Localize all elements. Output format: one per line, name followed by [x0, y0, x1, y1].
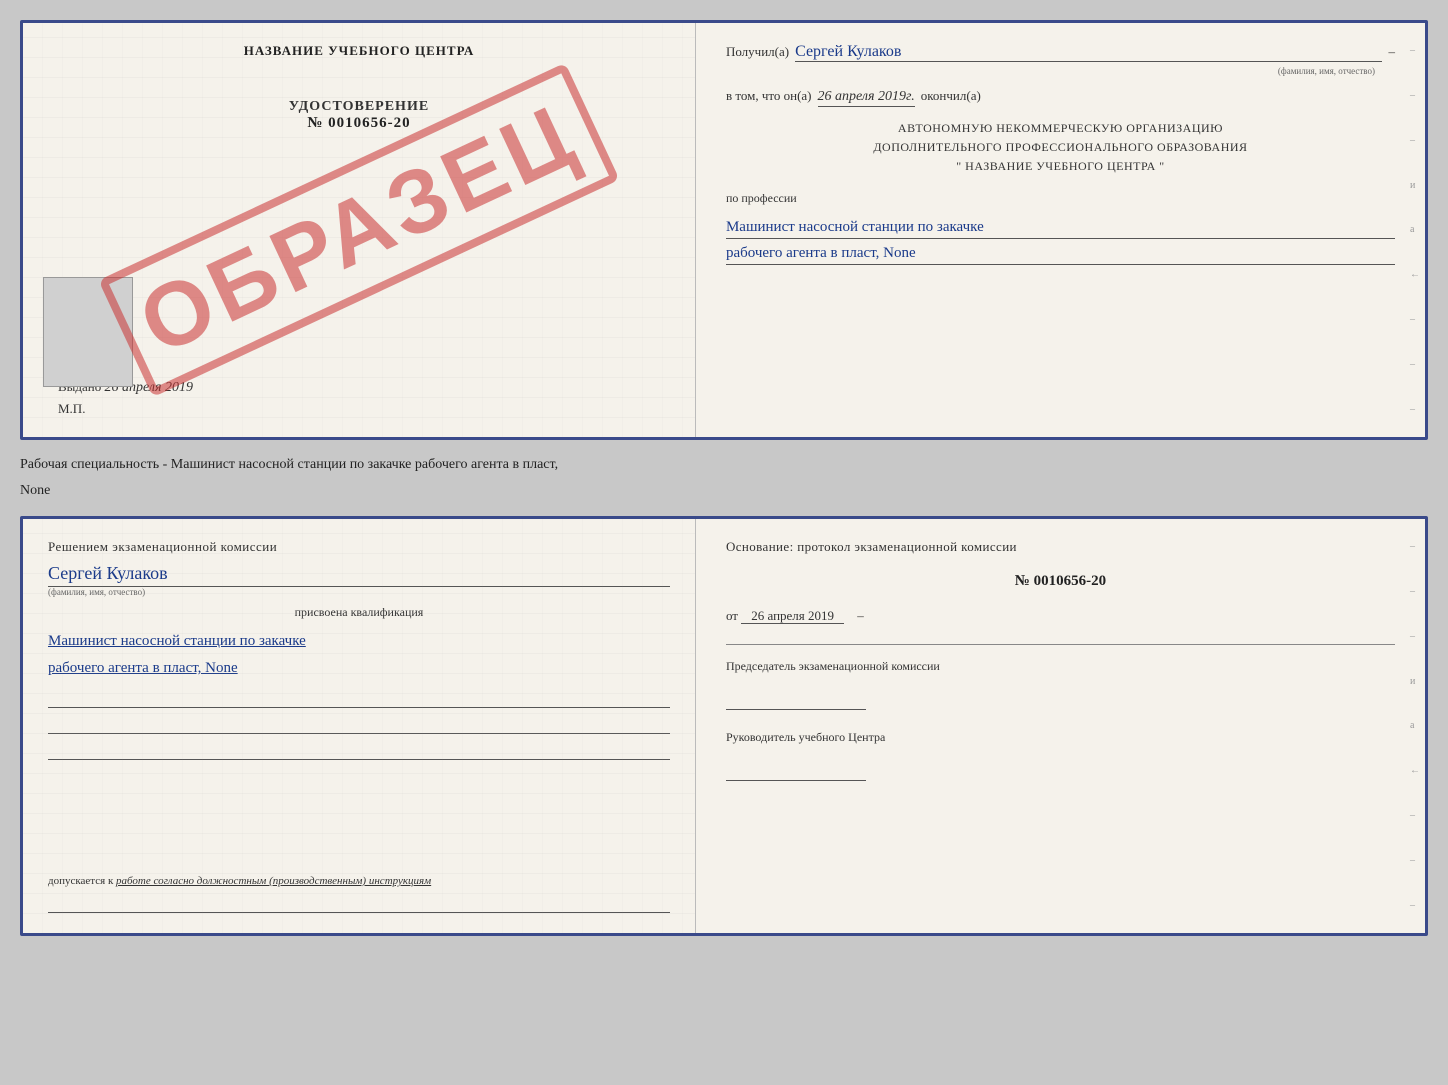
rukovoditel-signature — [726, 761, 866, 781]
ot-date-value: 26 апреля 2019 — [741, 608, 844, 624]
prisvoena-label: присвоена квалификация — [48, 605, 670, 620]
profession-line2: рабочего агента в пласт, None — [726, 245, 1395, 265]
okonchil-label: окончил(а) — [921, 88, 981, 104]
side-dashes-bottom-right: –––иа←––– — [1410, 519, 1420, 933]
vtom-date: 26 апреля 2019г. — [818, 89, 915, 107]
nomer-bottom: № 0010656-20 — [726, 573, 1395, 590]
mp-label: М.П. — [48, 401, 85, 417]
specialty-text-wrapper: Рабочая специальность - Машинист насосно… — [20, 452, 1428, 504]
rukovoditel-label: Руководитель учебного Центра — [726, 730, 885, 744]
underline-1 — [48, 690, 670, 708]
poluchil-label: Получил(а) — [726, 44, 789, 60]
center-title-top: НАЗВАНИЕ УЧЕБНОГО ЦЕНТРА — [244, 43, 475, 59]
poluchil-name: Сергей Кулаков — [795, 43, 1382, 62]
poluchil-row: Получил(а) Сергей Кулаков – — [726, 43, 1395, 62]
name-hint-bottom: (фамилия, имя, отчество) — [48, 587, 670, 597]
dopuskaetsya-value: работе согласно должностным (производств… — [116, 875, 431, 887]
specialty-text: Рабочая специальность - Машинист насосно… — [20, 452, 1428, 478]
profession-block: Машинист насосной станции по закачке раб… — [726, 219, 1395, 271]
udostoverenie-block: УДОСТОВЕРЕНИЕ № 0010656-20 — [289, 99, 429, 132]
name-hint-top: (фамилия, имя, отчество) — [1278, 66, 1375, 76]
rukovoditel-block: Руководитель учебного Центра — [726, 728, 1395, 746]
predsedatel-label: Председатель экзаменационной комиссии — [726, 659, 940, 673]
po-professii-label: по профессии — [726, 191, 797, 205]
doc-left-top: НАЗВАНИЕ УЧЕБНОГО ЦЕНТРА УДОСТОВЕРЕНИЕ №… — [23, 23, 696, 437]
udostoverenie-label: УДОСТОВЕРЕНИЕ — [289, 99, 429, 115]
nomer-top: № 0010656-20 — [289, 115, 429, 132]
org-line1: АВТОНОМНУЮ НЕКОММЕРЧЕСКУЮ ОРГАНИЗАЦИЮ — [726, 119, 1395, 138]
doc-right-top: Получил(а) Сергей Кулаков – (фамилия, им… — [696, 23, 1425, 437]
bottom-document: Решением экзаменационной комиссии Сергей… — [20, 516, 1428, 936]
doc-bottom-right: Основание: протокол экзаменационной коми… — [696, 519, 1425, 933]
osnov-text: Основание: протокол экзаменационной коми… — [726, 539, 1395, 555]
photo-placeholder — [43, 277, 133, 387]
side-dashes-right: –––иа←––– — [1410, 23, 1420, 437]
qualification-line2: рабочего агента в пласт, None — [48, 655, 670, 682]
ot-label: от — [726, 608, 738, 623]
profession-line1: Машинист насосной станции по закачке — [726, 219, 1395, 239]
po-professii-row: по профессии — [726, 189, 1395, 207]
predsedatel-block: Председатель экзаменационной комиссии — [726, 657, 1395, 675]
vtom-row: в том, что он(а) 26 апреля 2019г. окончи… — [726, 88, 1395, 107]
dopuskaetsya-block: допускается к работе согласно должностны… — [48, 875, 670, 887]
org-line2: ДОПОЛНИТЕЛЬНОГО ПРОФЕССИОНАЛЬНОГО ОБРАЗО… — [726, 138, 1395, 157]
underline-2 — [48, 716, 670, 734]
specialty-text2: None — [20, 478, 1428, 504]
dopuskaetsya-label: допускается к — [48, 875, 113, 887]
org-line3: " НАЗВАНИЕ УЧЕБНОГО ЦЕНТРА " — [726, 157, 1395, 176]
org-block: АВТОНОМНУЮ НЕКОММЕРЧЕСКУЮ ОРГАНИЗАЦИЮ ДО… — [726, 119, 1395, 177]
qualification-line1: Машинист насосной станции по закачке — [48, 628, 670, 655]
underline-3 — [48, 742, 670, 760]
resheniem-text: Решением экзаменационной комиссии — [48, 539, 670, 555]
name-bottom-block: Сергей Кулаков (фамилия, имя, отчество) — [48, 563, 670, 597]
name-bottom: Сергей Кулаков — [48, 563, 670, 587]
top-document: НАЗВАНИЕ УЧЕБНОГО ЦЕНТРА УДОСТОВЕРЕНИЕ №… — [20, 20, 1428, 440]
ot-date-block: от 26 апреля 2019 – — [726, 608, 1395, 624]
vtom-label: в том, что он(а) — [726, 88, 812, 104]
doc-bottom-left: Решением экзаменационной комиссии Сергей… — [23, 519, 696, 933]
underline-4 — [48, 895, 670, 913]
qualification-block: Машинист насосной станции по закачке раб… — [48, 628, 670, 682]
predsedatel-signature — [726, 690, 866, 710]
